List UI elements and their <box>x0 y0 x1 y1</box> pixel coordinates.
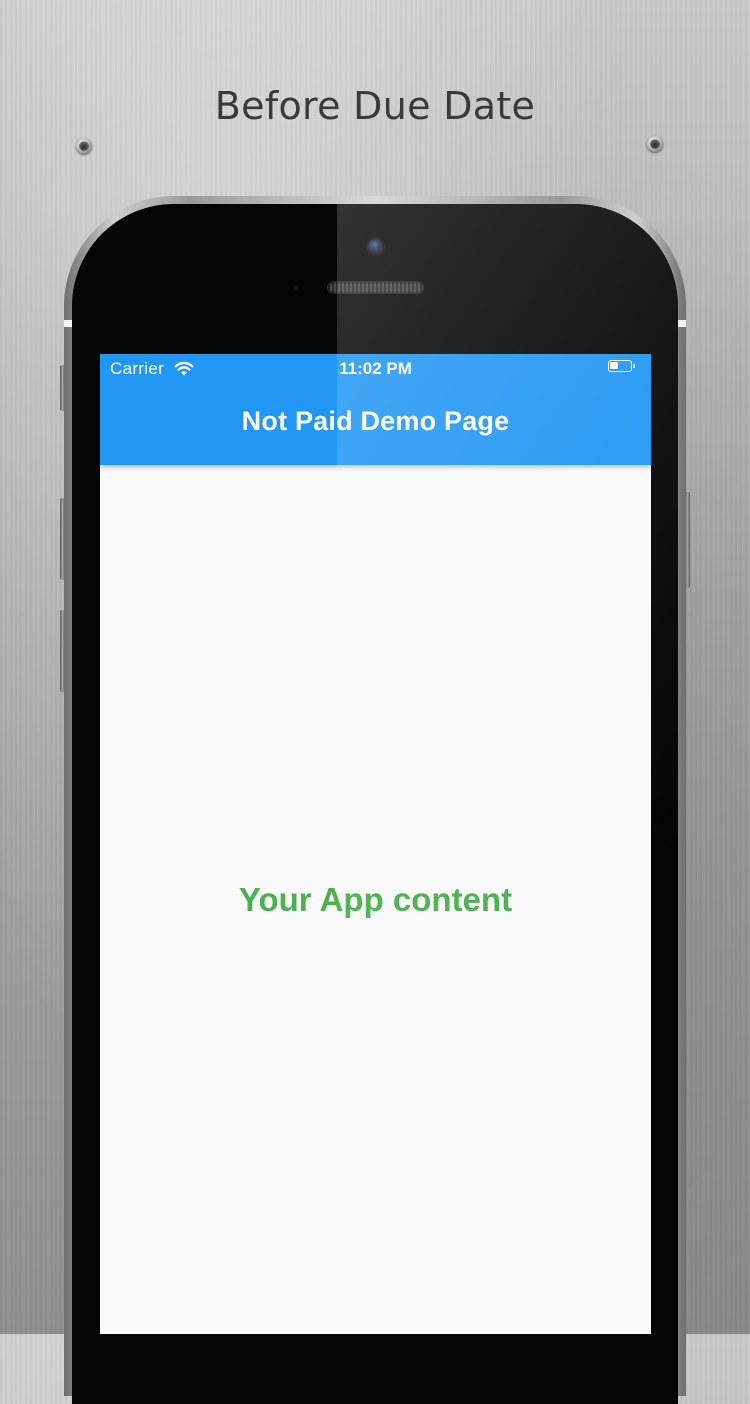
antenna-band <box>678 320 686 327</box>
promo-caption: Before Due Date <box>214 84 536 128</box>
status-bar: Carrier 11:02 PM <box>100 354 651 382</box>
page-title: Not Paid Demo Page <box>241 406 510 436</box>
status-time: 11:02 PM <box>339 359 412 378</box>
proximity-sensor <box>293 285 299 291</box>
battery-icon <box>608 360 635 372</box>
app-content-text: Your App content <box>238 881 513 918</box>
wall-bolt-icon <box>647 136 663 152</box>
app-bar: Carrier 11:02 PM Not Paid Demo Page <box>100 354 651 465</box>
phone-screen: Carrier 11:02 PM Not Paid Demo Page Your… <box>100 354 651 1334</box>
earpiece-speaker <box>328 282 423 293</box>
front-camera-icon <box>368 239 383 254</box>
wall-bolt-icon <box>76 138 92 154</box>
antenna-band <box>64 320 72 327</box>
